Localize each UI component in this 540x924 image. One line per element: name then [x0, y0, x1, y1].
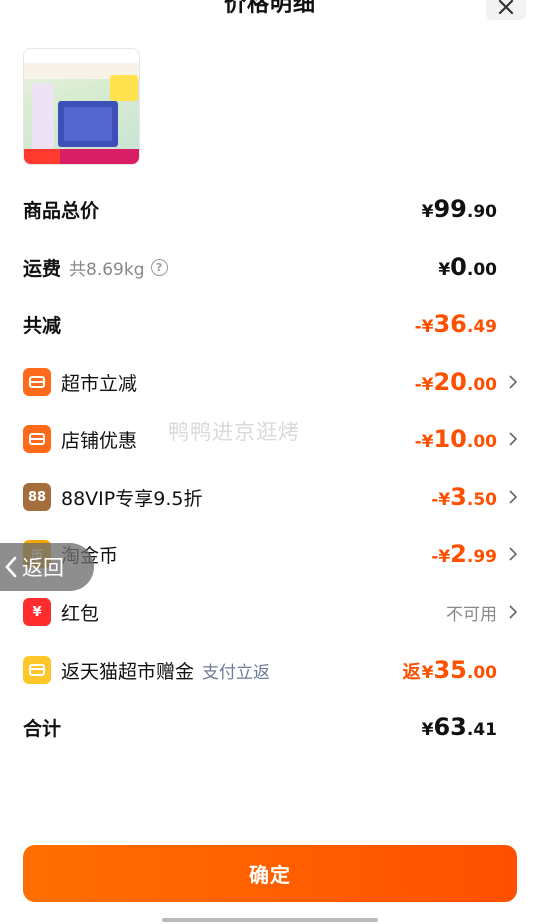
row-discount-total: 共减 -¥ 36 .49: [23, 309, 517, 339]
row-taojinbi[interactable]: 币 淘金币 -¥ 2 .99: [23, 539, 517, 569]
chevron-left-icon: [5, 556, 17, 578]
red-packet-label: 红包: [61, 602, 100, 625]
row-red-packet[interactable]: ¥ 红包 不可用: [23, 597, 517, 627]
gift-card-icon: [23, 656, 51, 684]
chevron-right-icon: [501, 490, 517, 504]
amount-int: 2: [450, 540, 467, 568]
amount-int: 0: [450, 253, 467, 281]
amount-dec: .00: [466, 260, 497, 280]
home-indicator: [162, 918, 378, 922]
coins-amount: -¥ 2 .99: [431, 540, 497, 568]
amount-int: 3: [450, 483, 467, 511]
currency: -¥: [414, 317, 434, 337]
amount-dec: .00: [466, 432, 497, 452]
store-amount: -¥ 10 .00: [415, 425, 497, 453]
discount-total-amount: -¥ 36 .49: [415, 310, 497, 338]
amount-int: 63: [433, 713, 467, 741]
amount-dec: .99: [466, 547, 497, 567]
red-packet-status: 不可用: [446, 604, 497, 625]
total-label: 商品总价: [23, 199, 100, 222]
currency: -¥: [414, 375, 434, 395]
amount-dec: .00: [466, 375, 497, 395]
currency: -¥: [414, 432, 434, 452]
cashback-prefix: 返: [402, 662, 421, 683]
amount-int: 99: [433, 195, 467, 223]
chevron-right-icon: [501, 432, 517, 446]
amount-dec: .00: [466, 663, 497, 683]
currency: -¥: [431, 547, 451, 567]
chevron-right-icon: [501, 547, 517, 561]
product-thumbnail-icon: [24, 49, 139, 164]
supermarket-label: 超市立减: [61, 372, 138, 395]
red-packet-icon: ¥: [23, 598, 51, 626]
vip-amount: -¥ 3 .50: [431, 483, 497, 511]
chevron-right-icon: [501, 605, 517, 619]
vip-label: 88VIP专享9.5折: [61, 487, 203, 510]
product-thumbnail: [23, 48, 140, 165]
currency: ¥: [421, 663, 434, 683]
row-total: 商品总价 ¥ 99 .90: [23, 194, 517, 224]
amount-dec: .90: [466, 202, 497, 222]
row-sum: 合计 ¥ 63 .41: [23, 712, 517, 742]
currency: ¥: [421, 202, 434, 222]
total-amount: ¥ 99 .90: [422, 195, 497, 223]
store-icon: [23, 425, 51, 453]
close-icon: [498, 0, 514, 15]
row-shipping: 运费 共8.69kg ? ¥ 0 .00: [23, 252, 517, 282]
currency: ¥: [421, 720, 434, 740]
amount-dec: .49: [466, 317, 497, 337]
vip-icon: 88: [23, 483, 51, 511]
supermarket-icon: [23, 368, 51, 396]
amount-dec: .41: [466, 720, 497, 740]
store-label: 店铺优惠: [61, 429, 138, 452]
back-button[interactable]: 返回: [0, 543, 94, 591]
row-supermarket-discount[interactable]: 超市立减 -¥ 20 .00: [23, 367, 517, 397]
help-icon[interactable]: ?: [150, 258, 168, 276]
sum-amount: ¥ 63 .41: [422, 713, 497, 741]
row-88vip[interactable]: 88 88VIP专享9.5折 -¥ 3 .50: [23, 482, 517, 512]
supermarket-amount: -¥ 20 .00: [415, 368, 497, 396]
currency: -¥: [431, 490, 451, 510]
chevron-right-icon: [501, 375, 517, 389]
price-detail-sheet: 价格明细 商品总价 ¥ 99 .90 运费 共8.69kg ? ¥ 0 .00 …: [0, 0, 540, 924]
currency: ¥: [438, 260, 451, 280]
close-button[interactable]: [486, 0, 526, 20]
sum-label: 合计: [23, 717, 62, 740]
shipping-amount: ¥ 0 .00: [438, 253, 497, 281]
amount-int: 20: [433, 368, 467, 396]
cashback-label: 返天猫超市赠金: [61, 660, 195, 683]
amount-int: 35: [433, 656, 467, 684]
amount-int: 10: [433, 425, 467, 453]
vip-icon-text: 88: [27, 489, 47, 505]
amount-int: 36: [433, 310, 467, 338]
row-cashback: 返天猫超市赠金 支付立返 返 ¥ 35 .00: [23, 655, 517, 685]
page-title: 价格明细: [223, 0, 316, 17]
confirm-button[interactable]: 确定: [23, 845, 517, 902]
amount-dec: .50: [466, 490, 497, 510]
watermark: 鸭鸭进京逛烤: [168, 420, 300, 444]
cashback-sub: 支付立返: [202, 662, 271, 683]
cashback-amount: 返 ¥ 35 .00: [403, 656, 497, 684]
shipping-label: 运费: [23, 257, 62, 280]
discount-total-label: 共减: [23, 314, 62, 337]
shipping-weight: 共8.69kg: [69, 259, 145, 280]
back-label: 返回: [22, 556, 64, 580]
red-packet-icon-text: ¥: [32, 604, 42, 620]
